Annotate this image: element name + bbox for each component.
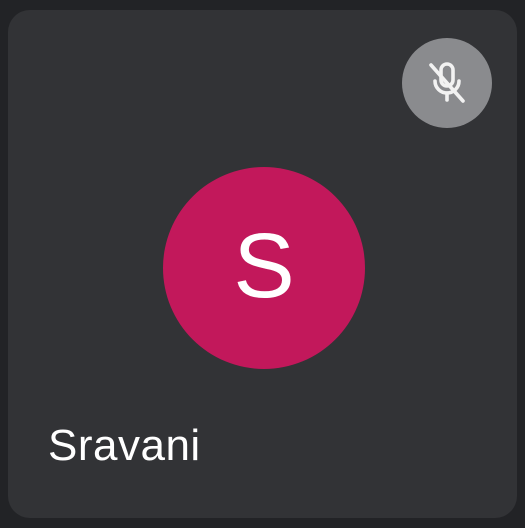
mic-off-icon [421, 57, 473, 109]
avatar: S [163, 167, 365, 369]
avatar-initial: S [233, 215, 295, 317]
participant-tile[interactable]: S Sravani [8, 10, 517, 518]
participant-name: Sravani [48, 421, 201, 470]
mic-status-indicator [402, 38, 492, 128]
